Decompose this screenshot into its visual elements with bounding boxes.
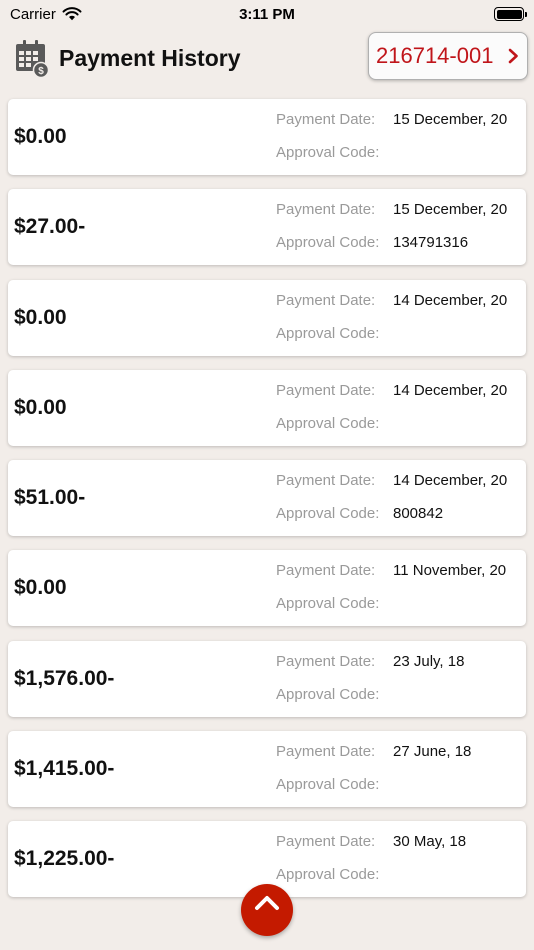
approval-code-row: Approval Code: 800842 [276,505,443,522]
calendar-payment-icon: $ [16,40,50,78]
payment-date-row: Payment Date: 27 June, 18 [276,743,471,760]
approval-code-label: Approval Code: [276,685,380,703]
approval-code-row: Approval Code: [276,686,393,703]
approval-code-label: Approval Code: [276,595,380,613]
payment-card[interactable]: $0.00 Payment Date: 14 December, 20 Appr… [8,279,526,356]
payment-card[interactable]: $1,576.00- Payment Date: 23 July, 18 App… [8,640,526,717]
payment-date-value: 27 June, 18 [393,743,472,761]
approval-code-row: Approval Code: [276,776,393,793]
approval-code-row: Approval Code: [276,325,393,342]
payment-card[interactable]: $51.00- Payment Date: 14 December, 20 Ap… [8,460,526,537]
payment-date-value: 11 November, 20 [393,562,507,580]
svg-text:$: $ [38,66,44,77]
payment-card[interactable]: $0.00 Payment Date: 15 December, 20 Appr… [8,99,526,175]
payment-date-value: 14 December, 20 [393,472,508,490]
status-left: Carrier [10,6,82,23]
payment-date-value: 30 May, 18 [393,833,467,851]
payment-amount: $27.00- [14,215,86,239]
payment-date-value: 23 July, 18 [393,652,465,670]
payment-date-label: Payment Date: [276,743,376,761]
payment-date-row: Payment Date: 15 December, 20 [276,111,507,128]
approval-code-row: Approval Code: [276,595,393,612]
payment-date-row: Payment Date: 14 December, 20 [276,472,507,489]
payment-amount: $0.00 [14,125,67,148]
payment-list[interactable]: $0.00 Payment Date: 15 December, 20 Appr… [8,99,526,912]
approval-code-label: Approval Code: [276,324,380,342]
payment-date-row: Payment Date: 14 December, 20 [276,292,507,309]
chevron-up-icon [255,896,279,910]
payment-date-value: 14 December, 20 [393,291,508,309]
payment-date-row: Payment Date: 15 December, 20 [276,201,507,218]
payment-amount: $51.00- [14,486,86,510]
payment-amount: $0.00 [14,576,67,600]
payment-date-row: Payment Date: 11 November, 20 [276,562,506,579]
approval-code-row: Approval Code: [276,866,393,883]
payment-date-label: Payment Date: [276,381,376,399]
payment-date-row: Payment Date: 30 May, 18 [276,833,466,850]
payment-date-value: 14 December, 20 [393,381,508,399]
payment-amount: $0.00 [14,395,67,419]
account-selector-button[interactable]: 216714-001 [368,32,528,80]
battery-icon [494,7,527,21]
payment-date-value: 15 December, 20 [393,201,508,219]
payment-date-label: Payment Date: [276,291,376,309]
payment-card[interactable]: $1,415.00- Payment Date: 27 June, 18 App… [8,731,526,808]
approval-code-value: 800842 [393,505,444,523]
payment-amount: $1,415.00- [14,757,115,781]
payment-date-row: Payment Date: 23 July, 18 [276,653,464,670]
approval-code-label: Approval Code: [276,866,380,884]
payment-date-value: 15 December, 20 [393,111,508,128]
payment-card[interactable]: $0.00 Payment Date: 11 November, 20 Appr… [8,550,526,627]
page-title: Payment History [59,44,241,71]
approval-code-label: Approval Code: [276,414,380,432]
approval-code-label: Approval Code: [276,144,380,161]
payment-date-label: Payment Date: [276,833,376,851]
payment-date-label: Payment Date: [276,111,376,128]
payment-date-label: Payment Date: [276,201,376,219]
account-number: 216714-001 [376,43,494,68]
scroll-to-top-button[interactable] [241,884,293,936]
battery-fill [496,9,522,19]
approval-code-row: Approval Code: [276,415,393,432]
payment-card[interactable]: $0.00 Payment Date: 14 December, 20 Appr… [8,369,526,446]
approval-code-label: Approval Code: [276,234,380,252]
payment-date-row: Payment Date: 14 December, 20 [276,382,507,399]
approval-code-row: Approval Code: [276,144,393,161]
status-bar: Carrier 3:11 PM [0,0,534,28]
header: $ Payment History 216714-001 [0,28,534,88]
payment-amount: $0.00 [14,305,67,329]
payment-amount: $1,225.00- [14,847,115,871]
payment-date-label: Payment Date: [276,652,376,670]
approval-code-value: 134791316 [393,234,469,252]
payment-amount: $1,576.00- [14,666,115,690]
carrier-label: Carrier [10,5,56,23]
approval-code-row: Approval Code: 134791316 [276,234,468,251]
chevron-right-icon [508,48,518,64]
approval-code-label: Approval Code: [276,505,380,523]
wifi-icon [62,7,82,21]
payment-card[interactable]: $27.00- Payment Date: 15 December, 20 Ap… [8,189,526,266]
payment-date-label: Payment Date: [276,472,376,490]
approval-code-label: Approval Code: [276,776,380,794]
payment-date-label: Payment Date: [276,562,376,580]
